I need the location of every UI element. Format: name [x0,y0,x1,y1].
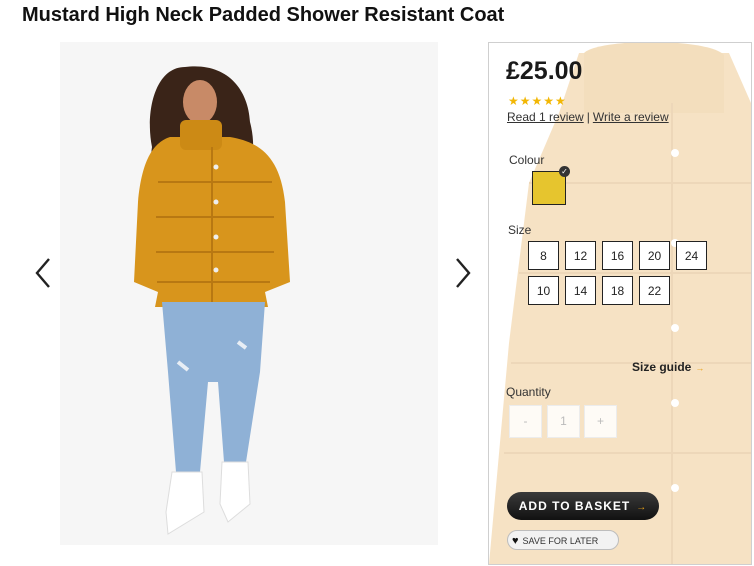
size-option-14[interactable]: 14 [565,276,596,305]
arrow-right-icon: → [695,363,705,373]
product-photo [60,42,438,545]
quantity-increment-button[interactable]: + [584,405,617,438]
product-image-carousel [0,40,490,550]
carousel-next-button[interactable] [446,253,476,293]
size-option-18[interactable]: 18 [602,276,633,305]
size-option-20[interactable]: 20 [639,241,670,270]
size-label: Size [508,223,532,237]
arrow-right-icon: → [636,502,648,513]
read-reviews-link[interactable]: Read 1 review [507,110,584,124]
product-price: £25.00 [506,57,583,85]
size-option-12[interactable]: 12 [565,241,596,270]
size-option-24[interactable]: 24 [676,241,707,270]
add-to-basket-button[interactable]: ADD TO BASKET → [507,492,659,520]
heart-icon: ♥ [512,535,519,547]
review-separator: | [586,110,590,124]
save-for-later-label: SAVE FOR LATER [522,536,599,546]
chevron-left-icon [35,258,50,288]
colour-label: Colour [509,153,545,167]
quantity-label: Quantity [506,385,551,399]
write-review-link[interactable]: Write a review [593,110,669,124]
add-to-basket-label: ADD TO BASKET [518,499,631,513]
size-guide-label: Size guide [632,360,692,374]
product-details-panel: £25.00 ★★★★★ Read 1 review | Write a revie… [488,42,752,565]
carousel-prev-button[interactable] [30,253,60,293]
product-title: Mustard High Neck Padded Shower Resistan… [22,4,505,26]
size-option-22[interactable]: 22 [639,276,670,305]
check-icon: ✓ [559,166,570,177]
save-for-later-button[interactable]: ♥ SAVE FOR LATER [507,530,619,550]
size-guide-link[interactable]: Size guide → [632,360,704,374]
model-illustration [60,42,438,545]
rating-stars: ★★★★★ [508,94,567,108]
chevron-right-icon [456,258,471,288]
size-option-8[interactable]: 8 [528,241,559,270]
review-links: Read 1 review | Write a review [507,110,669,124]
size-option-10[interactable]: 10 [528,276,559,305]
quantity-decrement-button[interactable]: - [509,405,542,438]
quantity-input[interactable]: 1 [547,405,580,438]
size-option-16[interactable]: 16 [602,241,633,270]
